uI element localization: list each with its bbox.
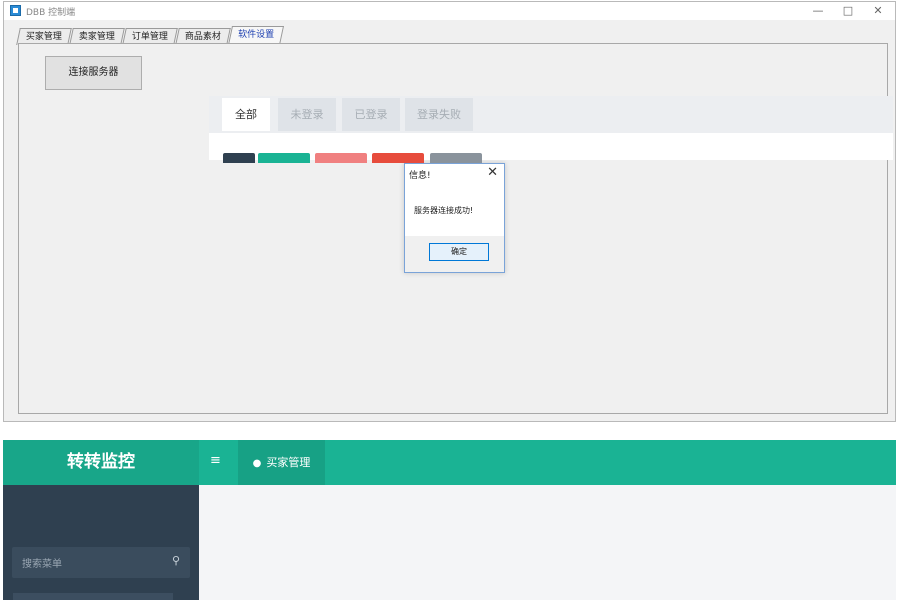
- maximize-button[interactable]: □: [833, 2, 863, 20]
- user-icon: ●: [252, 458, 262, 469]
- minimize-button[interactable]: —: [803, 2, 833, 20]
- window-title: DBB 控制端: [26, 8, 76, 18]
- action-button[interactable]: [315, 153, 367, 163]
- sidebar: 搜索菜单 ⚲: [3, 485, 199, 600]
- title-bar: DBB 控制端 — □ ✕: [4, 2, 895, 20]
- content-header: [199, 485, 896, 525]
- filter-tab-not-logged-in[interactable]: 未登录: [278, 98, 336, 131]
- action-button[interactable]: [430, 153, 482, 163]
- info-dialog: 信息! ✕ 服务器连接成功! 确定: [404, 163, 505, 273]
- action-button[interactable]: [258, 153, 310, 163]
- filter-tab-login-failed[interactable]: 登录失败: [405, 98, 473, 131]
- action-button[interactable]: [223, 153, 255, 163]
- dialog-title: 信息!: [409, 171, 431, 181]
- dialog-close-icon[interactable]: ✕: [487, 165, 498, 180]
- app-icon: [10, 5, 21, 16]
- content-body: [209, 133, 893, 163]
- ok-button[interactable]: 确定: [429, 243, 489, 261]
- dialog-message: 服务器连接成功!: [414, 206, 474, 215]
- action-button[interactable]: [372, 153, 424, 163]
- dialog-footer: 确定: [405, 236, 504, 272]
- desktop-window: DBB 控制端 — □ ✕ 买家管理 卖家管理 订单管理 商品素材 软件设置 连…: [3, 1, 896, 422]
- tab-strip: 买家管理 卖家管理 订单管理 商品素材 软件设置: [16, 26, 285, 45]
- nav-tab-buyer-management[interactable]: ● 买家管理: [238, 440, 325, 485]
- menu-search-box[interactable]: 搜索菜单 ⚲: [12, 547, 190, 578]
- filter-tab-all[interactable]: 全部: [222, 98, 270, 131]
- web-admin: 转转监控 ≡ ● 买家管理 搜索菜单 ⚲: [3, 440, 896, 600]
- search-icon[interactable]: ⚲: [172, 554, 180, 567]
- menu-toggle-icon[interactable]: ≡: [210, 453, 221, 468]
- sidebar-item[interactable]: [13, 593, 173, 600]
- menu-search-input[interactable]: 搜索菜单: [22, 555, 62, 570]
- close-button[interactable]: ✕: [863, 2, 893, 20]
- top-header: 转转监控 ≡ ● 买家管理: [3, 440, 896, 485]
- filter-tab-logged-in[interactable]: 已登录: [342, 98, 400, 131]
- connect-server-button[interactable]: 连接服务器: [45, 56, 142, 90]
- nav-tab-label: 买家管理: [266, 456, 311, 469]
- status-filter-tabs: 全部 未登录 已登录 登录失败: [209, 96, 893, 133]
- logo: 转转监控: [3, 440, 199, 485]
